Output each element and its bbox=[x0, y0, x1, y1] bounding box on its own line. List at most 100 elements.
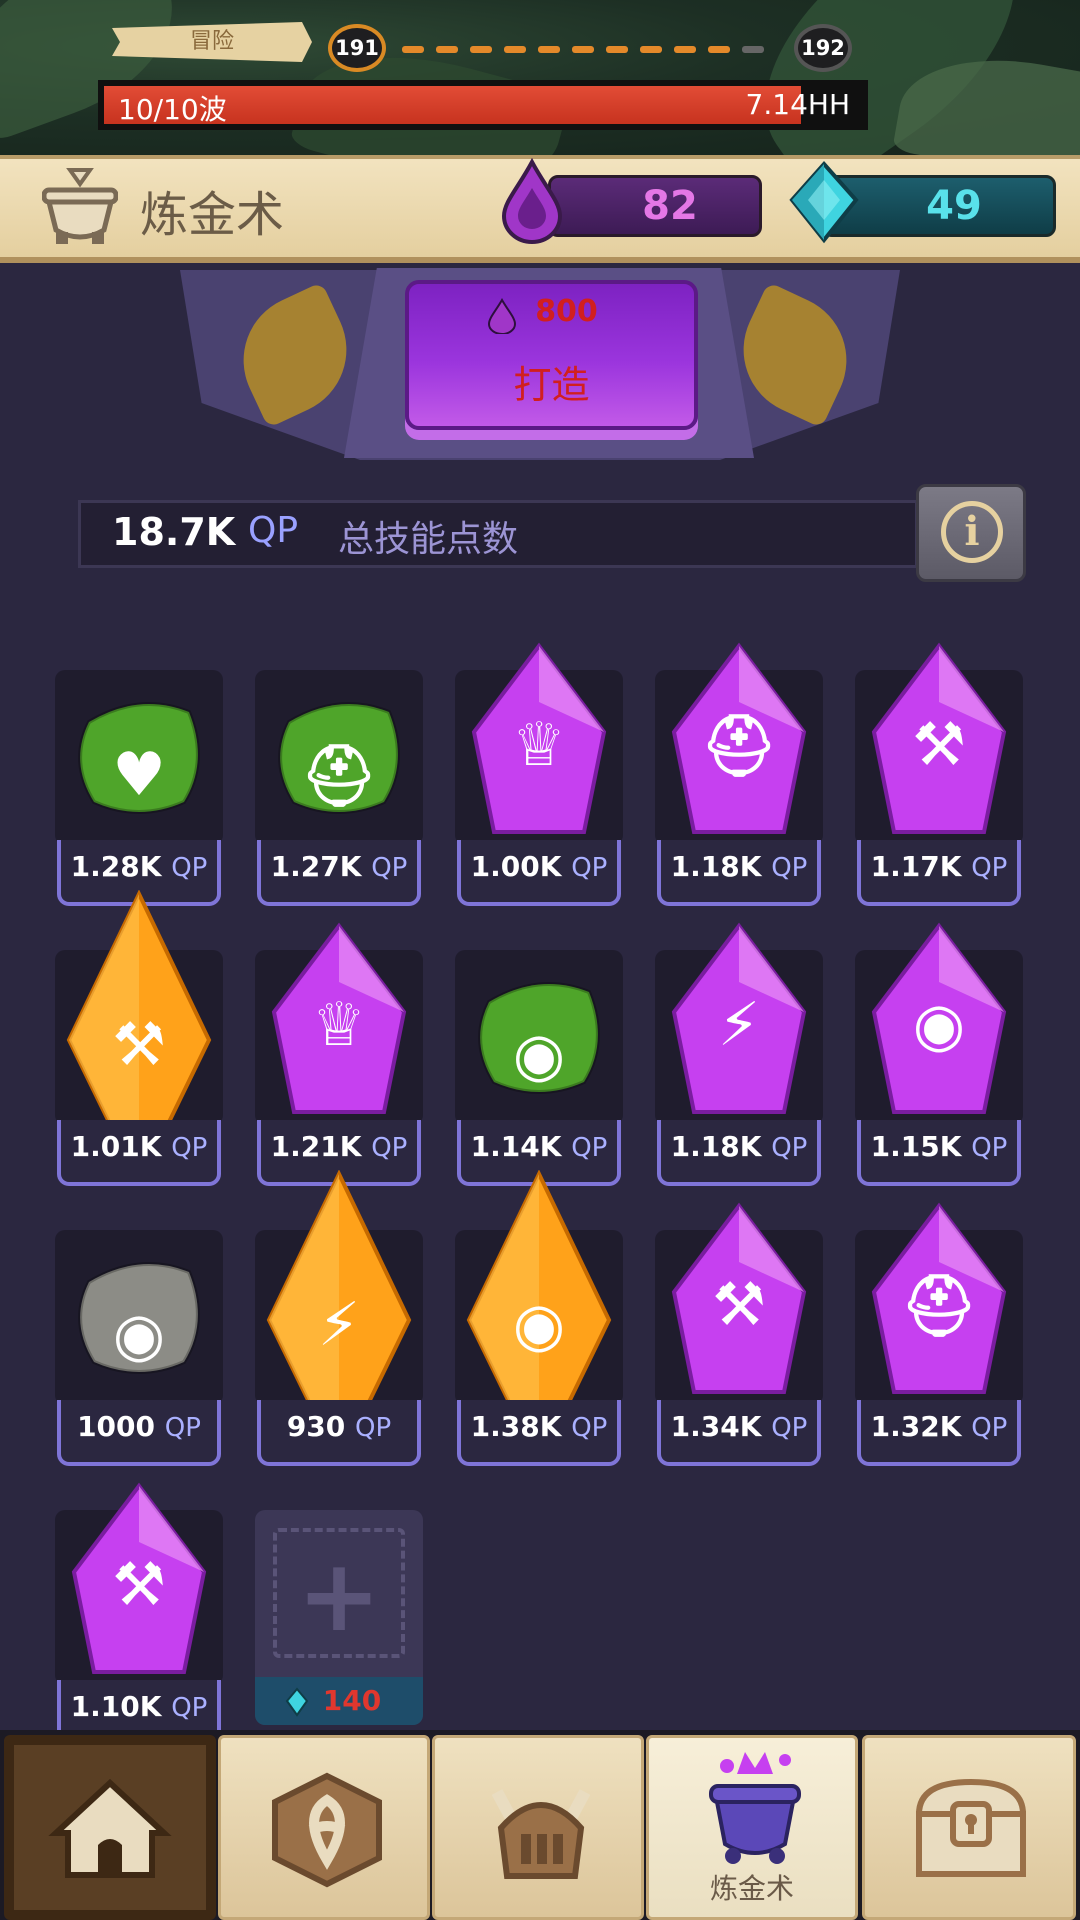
gem-qp-unit: QP bbox=[971, 1133, 1008, 1163]
info-button[interactable]: i bbox=[916, 484, 1026, 582]
nav-tab-heroes[interactable] bbox=[432, 1735, 644, 1920]
hero-helmet-icon bbox=[491, 1789, 591, 1879]
gem-qp-value: 1.28K bbox=[70, 850, 162, 883]
gem-slot-qp: 1.17K QP bbox=[857, 840, 1021, 906]
gem-qp-value: 1.18K bbox=[670, 850, 762, 883]
gem-qp-value: 1.10K bbox=[70, 1690, 162, 1723]
gem-slot-qp: 1.18K QP bbox=[657, 840, 821, 906]
gem-slot-qp: 1.18K QP bbox=[657, 1120, 821, 1186]
gem-slot[interactable]: ⚒ 1.34K QP bbox=[655, 1202, 823, 1480]
level-progress-dot bbox=[436, 46, 458, 53]
level-progress-dot bbox=[674, 46, 696, 53]
money-bag-icon: ◉ bbox=[512, 1290, 566, 1360]
gem-slot-qp: 1.27K QP bbox=[257, 840, 421, 906]
adventure-background bbox=[0, 0, 1080, 155]
lightning-icon: ⚡ bbox=[317, 1290, 361, 1360]
gem-slot-qp: 1.32K QP bbox=[857, 1400, 1021, 1466]
gem-slot[interactable]: ♥ 1.28K QP bbox=[55, 670, 223, 920]
gem-qp-unit: QP bbox=[171, 1133, 208, 1163]
gem-qp-value: 1.01K bbox=[70, 1130, 162, 1163]
gem-qp-value: 1000 bbox=[77, 1410, 156, 1443]
elixir-value: 82 bbox=[642, 183, 698, 229]
gem-slot[interactable]: ⚒ 1.01K QP bbox=[55, 889, 223, 1200]
stage-label[interactable]: 冒险 bbox=[112, 22, 312, 62]
rune-icon bbox=[272, 1772, 382, 1888]
craft-button[interactable]: 800 打造 bbox=[405, 280, 698, 430]
nav-tab-home[interactable] bbox=[4, 1735, 216, 1920]
money-bag-icon: ◉ bbox=[912, 990, 966, 1060]
helmet-icon: ⛑ bbox=[900, 1271, 978, 1341]
gem-slot[interactable]: ⛑ 1.32K QP bbox=[855, 1202, 1023, 1480]
gem-qp-unit: QP bbox=[571, 1413, 608, 1443]
qp-total-label: 总技能点数 bbox=[338, 519, 519, 560]
plus-icon: + bbox=[297, 1537, 381, 1654]
gem-slot[interactable]: ⚒ 1.17K QP bbox=[855, 642, 1023, 920]
gem-slot[interactable]: ⚒ 1.10K QP bbox=[55, 1482, 223, 1760]
level-progress-dot bbox=[708, 46, 730, 53]
elixir-counter: 82 bbox=[548, 175, 762, 237]
next-level-node: 192 bbox=[794, 24, 852, 72]
level-progress-dot bbox=[572, 46, 594, 53]
hammer-icon: ⚒ bbox=[912, 710, 966, 780]
gem-icon bbox=[285, 1687, 309, 1717]
money-bag-icon: ◉ bbox=[512, 1020, 566, 1090]
level-progress-dot bbox=[606, 46, 628, 53]
craft-label: 打造 bbox=[513, 363, 590, 407]
gem-slot-qp: 1.01K QP bbox=[57, 1120, 221, 1186]
level-progress-dot bbox=[538, 46, 560, 53]
heart-icon: ♥ bbox=[112, 740, 166, 810]
gem-qp-unit: QP bbox=[771, 853, 808, 883]
gem-slot-qp: 1.15K QP bbox=[857, 1120, 1021, 1186]
wave-counter: 10/10波 bbox=[118, 93, 227, 126]
gem-qp-value: 1.17K bbox=[870, 850, 962, 883]
page-title: 炼金术 bbox=[140, 187, 285, 243]
level-progress-dot bbox=[470, 46, 492, 53]
helmet-icon: ⛑ bbox=[300, 741, 378, 811]
gem-slot[interactable]: ♕ 1.00K QP bbox=[455, 642, 623, 920]
gem-qp-value: 930 bbox=[286, 1410, 346, 1443]
hammer-icon: ⚒ bbox=[112, 1550, 166, 1620]
gem-qp-value: 1.14K bbox=[470, 1130, 562, 1163]
gem-qp-unit: QP bbox=[171, 1693, 208, 1723]
gem-slot[interactable]: ◉ 1000 QP bbox=[55, 1230, 223, 1480]
gem-qp-unit: QP bbox=[355, 1413, 392, 1443]
money-bag-icon: ◉ bbox=[112, 1300, 166, 1370]
gem-icon bbox=[789, 160, 859, 244]
gem-qp-value: 1.27K bbox=[270, 850, 362, 883]
gem-qp-unit: QP bbox=[571, 853, 608, 883]
gem-slot[interactable]: ⚡ 930 QP bbox=[255, 1169, 423, 1480]
nav-tab-alchemy[interactable]: 炼金术 bbox=[646, 1735, 858, 1920]
gem-slot[interactable]: ♕ 1.21K QP bbox=[255, 922, 423, 1200]
crown-ring-icon: ♕ bbox=[312, 990, 366, 1060]
gem-slot[interactable]: ◉ 1.38K QP bbox=[455, 1169, 623, 1480]
gem-qp-value: 1.18K bbox=[670, 1130, 762, 1163]
gem-slot-qp: 1000 QP bbox=[57, 1400, 221, 1466]
nav-tab-alchemy-label: 炼金术 bbox=[709, 1872, 794, 1905]
qp-total-value: 18.7K bbox=[112, 510, 236, 554]
gem-qp-unit: QP bbox=[971, 853, 1008, 883]
elixir-drop-icon bbox=[501, 158, 563, 244]
gem-qp-unit: QP bbox=[771, 1413, 808, 1443]
level-progress-dot bbox=[402, 46, 424, 53]
gem-qp-value: 1.21K bbox=[270, 1130, 362, 1163]
gem-qp-unit: QP bbox=[371, 853, 408, 883]
hammer-icon: ⚒ bbox=[712, 1270, 766, 1340]
gem-slot[interactable]: ◉ 1.14K QP bbox=[455, 950, 623, 1200]
gem-slot-qp: 1.00K QP bbox=[457, 840, 621, 906]
gem-qp-unit: QP bbox=[771, 1133, 808, 1163]
current-level-node: 191 bbox=[328, 24, 386, 72]
gem-qp-unit: QP bbox=[371, 1133, 408, 1163]
gem-slot[interactable]: ◉ 1.15K QP bbox=[855, 922, 1023, 1200]
gem-slot[interactable]: ⛑ 1.18K QP bbox=[655, 642, 823, 920]
gem-qp-unit: QP bbox=[571, 1133, 608, 1163]
gem-slot[interactable]: ⛑ 1.27K QP bbox=[255, 670, 423, 920]
nav-tab-chest[interactable] bbox=[862, 1735, 1076, 1920]
nav-tab-runes[interactable] bbox=[218, 1735, 430, 1920]
add-slot-button[interactable]: + 140 bbox=[255, 1510, 423, 1725]
home-icon bbox=[48, 1778, 172, 1878]
hammer-icon: ⚒ bbox=[112, 1010, 166, 1080]
add-slot-frame: + bbox=[273, 1528, 405, 1658]
gem-slot-qp: 1.34K QP bbox=[657, 1400, 821, 1466]
gem-slot[interactable]: ⚡ 1.18K QP bbox=[655, 922, 823, 1200]
enemy-hp-value: 7.14HH bbox=[745, 88, 850, 121]
